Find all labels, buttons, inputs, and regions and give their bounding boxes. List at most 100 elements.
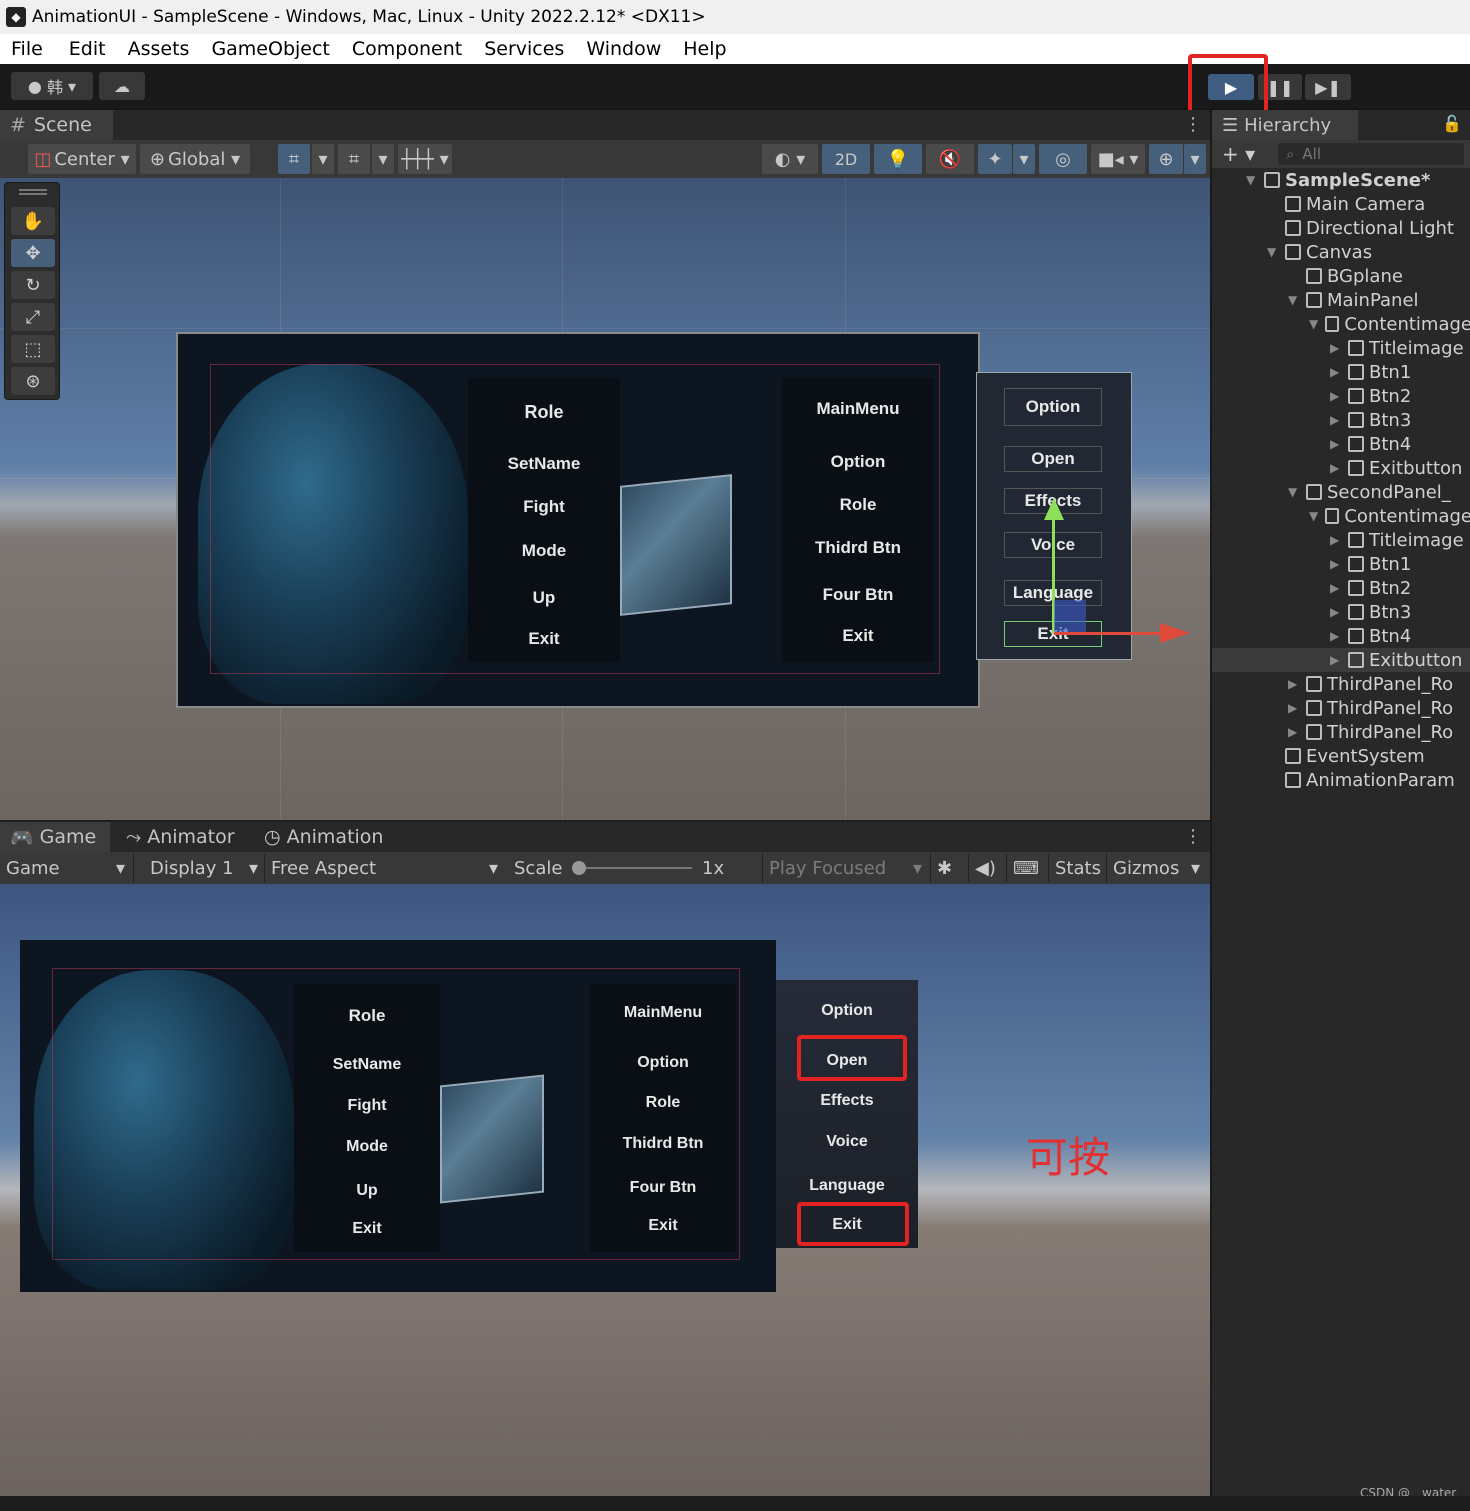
hierarchy-row[interactable]: ▶ ThirdPanel_Ro xyxy=(1212,696,1470,720)
rect-tool[interactable]: ⬚ xyxy=(11,335,55,363)
collapse-arrow-icon[interactable]: ▶ xyxy=(1330,653,1342,667)
effects-toggle[interactable]: ✦ xyxy=(978,144,1012,174)
space-dropdown[interactable]: ⊕ Global ▾ xyxy=(140,144,250,174)
scene-left-btn-setname[interactable]: SetName xyxy=(468,454,620,474)
scene-left-btn-exit[interactable]: Exit xyxy=(468,629,620,649)
game-mid-btn-four[interactable]: Four Btn xyxy=(590,1179,736,1197)
collapse-arrow-icon[interactable]: ▶ xyxy=(1330,557,1342,571)
palette-drag-handle[interactable] xyxy=(19,189,47,195)
gizmos-toggle[interactable]: ⊕ xyxy=(1149,144,1183,174)
hierarchy-row[interactable]: ▼ Contentimage xyxy=(1212,312,1470,336)
move-gizmo-x-arrow[interactable] xyxy=(1160,623,1190,643)
hierarchy-row[interactable]: ▶ Btn1 xyxy=(1212,552,1470,576)
expand-arrow-icon[interactable]: ▼ xyxy=(1309,317,1319,331)
scene-mid-btn-four[interactable]: Four Btn xyxy=(782,585,934,605)
pivot-dropdown[interactable]: ◫ Center ▾ xyxy=(28,144,136,174)
scene-left-btn-role[interactable]: Role xyxy=(468,402,620,423)
grid-snap-button[interactable]: ⌗ xyxy=(278,144,310,174)
collapse-arrow-icon[interactable]: ▶ xyxy=(1288,677,1300,691)
collapse-arrow-icon[interactable]: ▶ xyxy=(1330,533,1342,547)
collapse-arrow-icon[interactable]: ▶ xyxy=(1330,581,1342,595)
tab-scene[interactable]: # Scene xyxy=(0,110,113,140)
hierarchy-row[interactable]: ▶ Btn4 xyxy=(1212,624,1470,648)
collapse-arrow-icon[interactable]: ▶ xyxy=(1330,365,1342,379)
move-gizmo-x-axis[interactable] xyxy=(1054,632,1164,635)
transform-tool[interactable]: ⊛ xyxy=(11,367,55,395)
game-right-btn-effects[interactable]: Effects xyxy=(776,1092,918,1110)
expand-arrow-icon[interactable]: ▼ xyxy=(1267,245,1279,259)
tab-game[interactable]: 🎮 Game xyxy=(0,822,110,852)
expand-arrow-icon[interactable]: ▼ xyxy=(1288,293,1300,307)
scene-right-btn-open[interactable]: Open xyxy=(1004,446,1102,472)
expand-arrow-icon[interactable]: ▼ xyxy=(1288,485,1300,499)
hand-tool[interactable]: ✋ xyxy=(11,207,55,235)
collapse-arrow-icon[interactable]: ▶ xyxy=(1330,413,1342,427)
game-left-btn-exit[interactable]: Exit xyxy=(294,1220,440,1238)
hierarchy-row[interactable]: ▶ Btn1 xyxy=(1212,360,1470,384)
scene-mid-btn-option[interactable]: Option xyxy=(782,452,934,472)
collapse-arrow-icon[interactable]: ▶ xyxy=(1330,389,1342,403)
scale-tool[interactable]: ⤢ xyxy=(11,303,55,331)
scale-slider-thumb[interactable] xyxy=(572,861,586,875)
scene-ui-panel[interactable] xyxy=(176,332,980,708)
collapse-arrow-icon[interactable]: ▶ xyxy=(1288,701,1300,715)
collapse-arrow-icon[interactable]: ▶ xyxy=(1288,725,1300,739)
hierarchy-row[interactable]: Main Camera xyxy=(1212,192,1470,216)
increment-snap-dropdown[interactable]: ▾ xyxy=(372,144,394,174)
move-tool[interactable]: ✥ xyxy=(11,239,55,267)
hierarchy-row[interactable]: AnimationParam xyxy=(1212,768,1470,792)
hierarchy-row[interactable]: ▶ Btn2 xyxy=(1212,576,1470,600)
camera-dropdown[interactable]: ■◂ ▾ xyxy=(1091,144,1145,174)
game-left-btn-fight[interactable]: Fight xyxy=(294,1097,440,1115)
tab-hierarchy[interactable]: ☰ Hierarchy xyxy=(1212,110,1358,140)
menu-assets[interactable]: Assets xyxy=(128,38,190,60)
draw-mode-dropdown[interactable]: ◐ ▾ xyxy=(762,144,818,174)
move-gizmo-plane-handle[interactable] xyxy=(1054,600,1086,632)
game-left-btn-mode[interactable]: Mode xyxy=(294,1138,440,1156)
hierarchy-row[interactable]: ▶ Exitbutton xyxy=(1212,456,1470,480)
scene-mid-btn-role[interactable]: Role xyxy=(782,495,934,515)
hierarchy-row[interactable]: ▼ MainPanel xyxy=(1212,288,1470,312)
hierarchy-row[interactable]: EventSystem xyxy=(1212,744,1470,768)
scene-view[interactable]: Role SetName Fight Mode Up Exit MainMenu… xyxy=(0,178,1210,820)
cloud-button[interactable]: ☁ xyxy=(99,72,145,100)
hierarchy-row[interactable]: ▼ Contentimage xyxy=(1212,504,1470,528)
game-mid-btn-exit[interactable]: Exit xyxy=(590,1217,736,1235)
ruler-button[interactable]: ┼┼┼ ▾ xyxy=(398,144,452,174)
mode-2d-button[interactable]: 2D xyxy=(822,144,870,174)
hierarchy-row[interactable]: BGplane xyxy=(1212,264,1470,288)
tab-animator[interactable]: ⤳ Animator xyxy=(116,822,246,852)
hierarchy-row[interactable]: ▶ Btn2 xyxy=(1212,384,1470,408)
menu-services[interactable]: Services xyxy=(484,38,564,60)
frame-debugger-toggle[interactable]: ✱ xyxy=(930,854,966,882)
game-left-btn-setname[interactable]: SetName xyxy=(294,1056,440,1074)
hierarchy-row[interactable]: ▼ SecondPanel_ xyxy=(1212,480,1470,504)
increment-snap-button[interactable]: ⌗ xyxy=(338,144,370,174)
hierarchy-row[interactable]: ▶ Exitbutton xyxy=(1212,648,1470,672)
display-dropdown[interactable]: Display 1 ▾ xyxy=(144,854,264,882)
game-view[interactable]: Role SetName Fight Mode Up Exit MainMenu… xyxy=(0,884,1210,1496)
step-button[interactable]: ▶❚ xyxy=(1305,74,1351,100)
account-dropdown[interactable]: ● 韩 ▾ xyxy=(11,72,93,100)
menu-edit[interactable]: Edit xyxy=(69,38,106,60)
hierarchy-row[interactable]: ▶ Btn3 xyxy=(1212,600,1470,624)
menu-help[interactable]: Help xyxy=(683,38,726,60)
hierarchy-row[interactable]: ▶ Titleimage xyxy=(1212,528,1470,552)
scene-left-btn-mode[interactable]: Mode xyxy=(468,541,620,561)
game-ui-panel[interactable] xyxy=(20,940,776,1292)
game-right-btn-language[interactable]: Language xyxy=(776,1177,918,1195)
menu-window[interactable]: Window xyxy=(586,38,661,60)
hierarchy-search[interactable]: ⌕ All xyxy=(1278,143,1464,165)
expand-arrow-icon[interactable]: ▼ xyxy=(1246,173,1258,187)
collapse-arrow-icon[interactable]: ▶ xyxy=(1330,437,1342,451)
aspect-dropdown[interactable]: Free Aspect ▾ xyxy=(264,854,504,882)
scene-left-btn-fight[interactable]: Fight xyxy=(468,497,620,517)
collapse-arrow-icon[interactable]: ▶ xyxy=(1330,461,1342,475)
game-right-btn-voice[interactable]: Voice xyxy=(776,1133,918,1151)
scale-slider[interactable] xyxy=(572,861,692,875)
shortcuts-toggle[interactable]: ⌨ xyxy=(1006,854,1046,882)
menu-gameobject[interactable]: GameObject xyxy=(211,38,329,60)
hierarchy-row[interactable]: ▶ ThirdPanel_Ro xyxy=(1212,720,1470,744)
expand-arrow-icon[interactable]: ▼ xyxy=(1309,509,1319,523)
scene-left-btn-up[interactable]: Up xyxy=(468,588,620,608)
